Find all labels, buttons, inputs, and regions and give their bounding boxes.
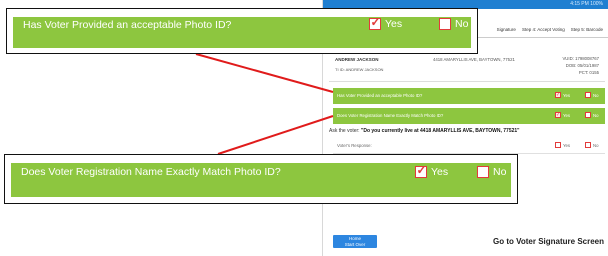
- voter-name: ANDREW JACKSON: [335, 57, 379, 62]
- leader-line-1: [195, 53, 334, 93]
- no-label: No: [593, 92, 599, 98]
- photo-id-yes-option[interactable]: ✓ Yes: [555, 92, 570, 98]
- photo-id-callout: Has Voter Provided an acceptable Photo I…: [6, 8, 478, 54]
- no-label: No: [493, 166, 507, 178]
- status-text: 4:15 PM 100%: [570, 1, 603, 7]
- callout-yes-option[interactable]: ✓ Yes: [415, 163, 449, 178]
- name-match-question-row: Does Voter Registration Name Exactly Mat…: [333, 108, 605, 124]
- check-icon[interactable]: ✓: [555, 112, 561, 118]
- checkbox[interactable]: [555, 142, 561, 148]
- tab-signature[interactable]: Signature: [497, 24, 516, 36]
- tab-barcode[interactable]: Step 5: Barcode: [571, 24, 603, 36]
- voter-response-row: Voter's Response: Yes No: [333, 138, 605, 154]
- yes-label: Yes: [563, 142, 571, 148]
- tab-accept-voting[interactable]: Step 4: Accept Voting: [522, 24, 565, 36]
- photo-id-no-option[interactable]: No: [585, 92, 599, 98]
- check-icon: ✓: [370, 15, 381, 29]
- response-yes-option[interactable]: Yes: [555, 142, 570, 148]
- checkbox[interactable]: [585, 112, 591, 118]
- photo-id-question-row: Has Voter Provided an acceptable Photo I…: [333, 88, 605, 104]
- callout-yes-option[interactable]: ✓ Yes: [369, 15, 403, 30]
- checkbox-checked[interactable]: ✓: [415, 163, 427, 178]
- checkbox-unchecked[interactable]: [439, 18, 451, 30]
- callout-question: Has Voter Provided an acceptable Photo I…: [23, 19, 232, 31]
- name-match-question: Does Voter Registration Name Exactly Mat…: [337, 113, 444, 118]
- checkbox-checked[interactable]: ✓: [369, 15, 381, 30]
- ask-question: "Do you currently live at 4418 AMARYLLIS…: [360, 128, 520, 134]
- check-icon: ✓: [416, 163, 427, 177]
- voter-ti-line: TI ID: ANDREW JACKSON: [335, 67, 384, 72]
- name-match-yes-option[interactable]: ✓ Yes: [555, 112, 570, 118]
- yes-label: Yes: [385, 18, 403, 30]
- checkbox-unchecked[interactable]: [477, 166, 489, 178]
- callout-question: Does Voter Registration Name Exactly Mat…: [21, 166, 281, 178]
- voter-vuid: VUID: 1798008767: [562, 56, 599, 61]
- home-button[interactable]: Home Start Over: [333, 235, 377, 248]
- callout-no-option[interactable]: No: [477, 166, 506, 178]
- ask-voter-prompt: Ask the voter: "Do you currently live at…: [329, 128, 520, 134]
- ask-prefix: Ask the voter:: [329, 128, 360, 134]
- yes-label: Yes: [563, 92, 571, 98]
- voter-pct: PCT: 0155: [578, 70, 599, 75]
- no-label: No: [593, 112, 599, 118]
- response-no-option[interactable]: No: [585, 142, 599, 148]
- voter-meta: VUID: 1798008767 DOB: 05/01/1987 PCT: 01…: [562, 55, 599, 76]
- name-match-callout: Does Voter Registration Name Exactly Mat…: [4, 154, 518, 204]
- yes-label: Yes: [431, 166, 449, 178]
- voter-dob: DOB: 05/01/1987: [565, 63, 599, 68]
- yes-label: Yes: [563, 112, 571, 118]
- voter-address: 4418 AMARYLLIS AVE, BAYTOWN, 77521: [433, 57, 515, 62]
- check-icon[interactable]: ✓: [555, 92, 561, 98]
- home-button-sub: Start Over: [344, 242, 366, 247]
- no-label: No: [455, 18, 469, 30]
- checkbox[interactable]: [585, 142, 591, 148]
- checkbox[interactable]: [585, 92, 591, 98]
- leader-line-2: [217, 115, 334, 155]
- photo-id-question: Has Voter Provided an acceptable Photo I…: [337, 93, 423, 98]
- no-label: No: [593, 142, 599, 148]
- callout-no-option[interactable]: No: [439, 18, 468, 30]
- voter-response-label: Voter's Response:: [337, 143, 372, 148]
- name-match-no-option[interactable]: No: [585, 112, 599, 118]
- go-to-signature-button[interactable]: Go to Voter Signature Screen: [493, 237, 604, 246]
